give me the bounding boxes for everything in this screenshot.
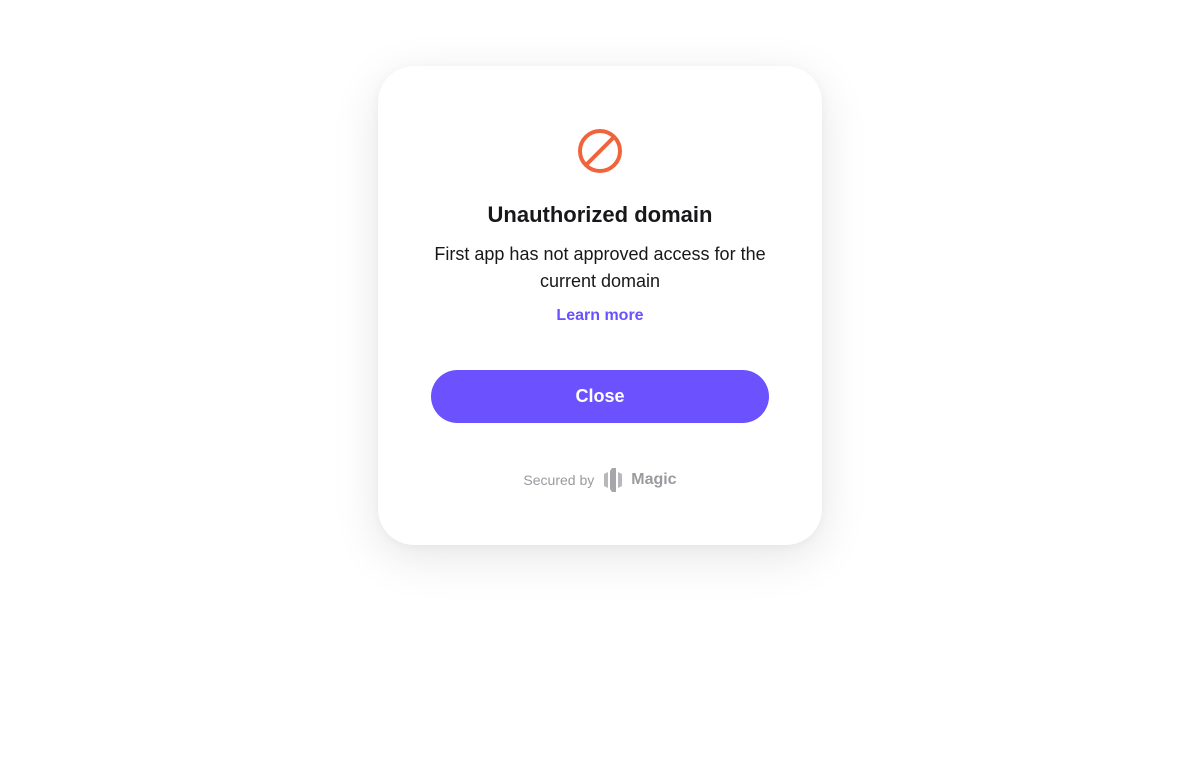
page: Unauthorized domain First app has not ap… [0, 0, 1200, 781]
learn-more-link[interactable]: Learn more [556, 305, 643, 327]
magic-brand-name: Magic [631, 471, 677, 488]
prohibited-icon [578, 129, 622, 173]
dialog-message: First app has not approved access for th… [434, 244, 766, 291]
secured-by-label: Secured by [523, 472, 595, 488]
unauthorized-domain-dialog: Unauthorized domain First app has not ap… [378, 66, 822, 545]
dialog-title: Unauthorized domain [487, 202, 713, 227]
close-button[interactable]: Close [431, 370, 769, 423]
magic-logo: Magic [602, 467, 677, 493]
magic-logo-icon [604, 468, 623, 492]
secured-by-footer: Secured by Magic [523, 467, 677, 493]
